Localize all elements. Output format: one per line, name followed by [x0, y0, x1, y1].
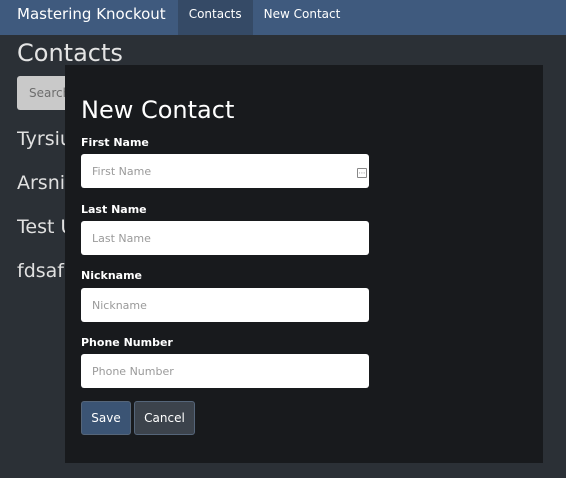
- last-name-input[interactable]: [81, 221, 369, 255]
- autofill-icon[interactable]: ⋯: [357, 168, 367, 178]
- phone-number-input[interactable]: [81, 354, 369, 388]
- first-name-label: First Name: [81, 136, 149, 149]
- new-contact-modal: New Contact First Name ⋯ Last Name Nickn…: [65, 65, 543, 463]
- nav-contacts-link[interactable]: Contacts: [177, 0, 253, 35]
- cancel-button[interactable]: Cancel: [134, 401, 195, 435]
- page-title: Contacts: [17, 39, 123, 67]
- navbar: Mastering Knockout Contacts New Contact: [0, 0, 566, 35]
- brand-link[interactable]: Mastering Knockout: [0, 0, 178, 35]
- modal-title: New Contact: [81, 96, 235, 124]
- last-name-label: Last Name: [81, 203, 147, 216]
- nickname-input[interactable]: [81, 288, 369, 322]
- phone-number-label: Phone Number: [81, 336, 173, 349]
- save-button[interactable]: Save: [81, 401, 131, 435]
- nav-new-contact-link[interactable]: New Contact: [253, 0, 352, 35]
- first-name-input[interactable]: [81, 154, 369, 188]
- nickname-label: Nickname: [81, 269, 142, 282]
